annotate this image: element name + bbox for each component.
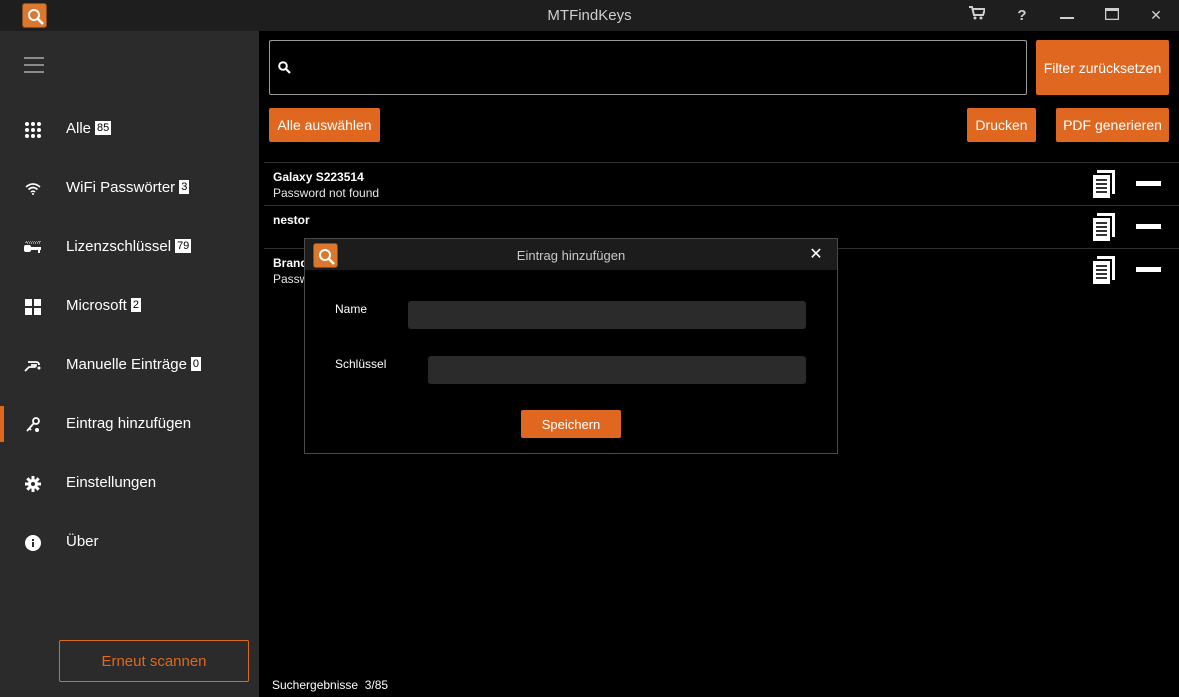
remove-icon[interactable] bbox=[1136, 224, 1161, 229]
count-badge: 85 bbox=[95, 121, 112, 135]
help-button[interactable]: ? bbox=[1007, 0, 1037, 31]
search-input[interactable] bbox=[298, 53, 1018, 83]
sidebar-item-microsoft[interactable]: Microsoft 2 bbox=[0, 288, 259, 324]
close-button[interactable]: ✕ bbox=[1141, 0, 1171, 31]
results-status: Suchergebnisse 3/85 bbox=[272, 678, 388, 692]
sidebar-item-wifi[interactable]: WiFi Passwörter 3 bbox=[0, 170, 259, 206]
sidebar-item-eintrag-hinzufuegen[interactable]: Eintrag hinzufügen bbox=[0, 406, 259, 442]
sidebar-item-label: Manuelle Einträge bbox=[66, 356, 187, 373]
key-icon bbox=[24, 239, 42, 257]
search-icon bbox=[278, 61, 291, 79]
select-all-button[interactable]: Alle auswählen bbox=[269, 108, 380, 142]
remove-icon[interactable] bbox=[1136, 181, 1161, 186]
entry-name: nestor bbox=[273, 213, 310, 227]
title-bar: MTFindKeys ? ✕ bbox=[0, 0, 1179, 31]
dialog-title: Eintrag hinzufügen bbox=[516, 248, 626, 263]
remove-icon[interactable] bbox=[1136, 267, 1161, 272]
sidebar-item-einstellungen[interactable]: Einstellungen bbox=[0, 465, 259, 501]
results-count: 3/85 bbox=[364, 678, 389, 692]
sidebar-item-label: Alle bbox=[66, 120, 92, 137]
window-title: MTFindKeys bbox=[547, 7, 632, 24]
count-badge: 0 bbox=[190, 357, 202, 371]
sidebar: Alle 85 WiFi Passwörter 3 Lizenzschlüssel 7… bbox=[0, 31, 259, 697]
sidebar-item-label: Microsoft bbox=[66, 297, 127, 314]
maximize-icon bbox=[1104, 7, 1120, 25]
name-field[interactable] bbox=[408, 301, 806, 329]
results-label: Suchergebnisse bbox=[272, 678, 359, 692]
copy-icon[interactable] bbox=[1091, 170, 1117, 200]
generate-pdf-button[interactable]: PDF generieren bbox=[1056, 108, 1169, 142]
list-item[interactable]: Galaxy S223514 Password not found bbox=[264, 162, 1179, 205]
gear-icon bbox=[24, 475, 42, 493]
dialog-header: Eintrag hinzufügen ✕ bbox=[305, 239, 837, 270]
count-badge: 3 bbox=[179, 180, 190, 194]
minimize-button[interactable] bbox=[1052, 0, 1082, 31]
close-icon: ✕ bbox=[1150, 7, 1162, 23]
key-field[interactable] bbox=[428, 356, 806, 384]
cart-button[interactable] bbox=[962, 0, 992, 31]
add-entry-dialog: Eintrag hinzufügen ✕ Name Schlüssel Spei… bbox=[304, 238, 838, 454]
info-icon bbox=[24, 534, 42, 552]
maximize-button[interactable] bbox=[1097, 0, 1127, 31]
sidebar-item-manuelle-eintraege[interactable]: Manuelle Einträge 0 bbox=[0, 347, 259, 383]
sidebar-item-lizenzschluessel[interactable]: Lizenzschlüssel 79 bbox=[0, 229, 259, 265]
cart-icon bbox=[969, 6, 987, 25]
count-badge: 2 bbox=[130, 298, 141, 312]
copy-icon[interactable] bbox=[1091, 213, 1117, 243]
hand-icon bbox=[24, 357, 42, 375]
windows-icon bbox=[24, 298, 42, 316]
count-badge: 79 bbox=[175, 239, 192, 253]
sidebar-item-label: Eintrag hinzufügen bbox=[66, 415, 192, 432]
wifi-icon bbox=[24, 180, 42, 198]
sidebar-item-label: Über bbox=[66, 533, 99, 550]
entry-name: Galaxy S223514 bbox=[273, 170, 364, 184]
hamburger-menu-icon[interactable] bbox=[24, 57, 44, 73]
sidebar-item-label: Lizenzschlüssel bbox=[66, 238, 172, 255]
rescan-button[interactable]: Erneut scannen bbox=[59, 640, 249, 682]
name-label: Name bbox=[335, 302, 368, 316]
save-button[interactable]: Speichern bbox=[521, 410, 621, 438]
copy-icon[interactable] bbox=[1091, 256, 1117, 286]
add-key-icon bbox=[24, 416, 42, 434]
help-icon: ? bbox=[1017, 7, 1027, 24]
entry-detail: Password not found bbox=[273, 186, 380, 200]
grid-icon bbox=[24, 121, 42, 139]
print-button[interactable]: Drucken bbox=[967, 108, 1036, 142]
minimize-icon bbox=[1060, 6, 1074, 25]
sidebar-item-label: WiFi Passwörter bbox=[66, 179, 176, 196]
dialog-close-icon[interactable]: ✕ bbox=[807, 246, 825, 264]
sidebar-item-ueber[interactable]: Über bbox=[0, 524, 259, 560]
entry-name: Brand bbox=[273, 256, 308, 270]
search-box bbox=[269, 40, 1027, 95]
reset-filter-button[interactable]: Filter zurücksetzen bbox=[1036, 40, 1169, 95]
key-label: Schlüssel bbox=[335, 357, 387, 371]
sidebar-item-label: Einstellungen bbox=[66, 474, 157, 491]
sidebar-item-alle[interactable]: Alle 85 bbox=[0, 111, 259, 147]
